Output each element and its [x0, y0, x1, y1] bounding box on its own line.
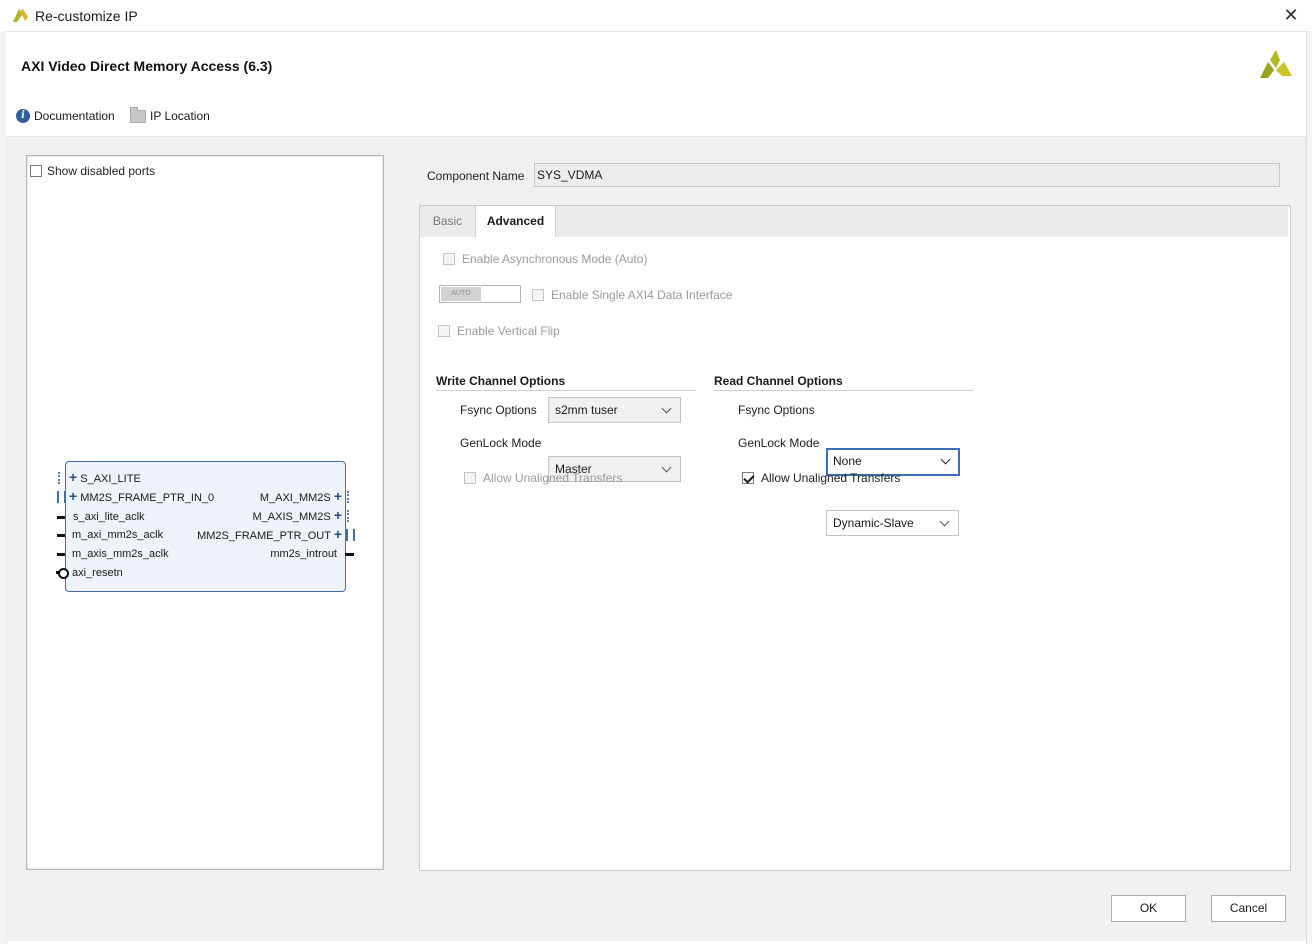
pin-line	[57, 516, 65, 519]
vivado-logo-icon	[13, 9, 28, 22]
read-channel-heading: Read Channel Options	[714, 374, 843, 388]
write-unaligned-label: Allow Unaligned Transfers	[483, 471, 623, 485]
read-genlock-label: GenLock Mode	[738, 436, 820, 450]
write-unaligned-checkbox[interactable]	[464, 472, 476, 484]
bus-pin-icon	[347, 491, 355, 503]
documentation-link[interactable]: i Documentation	[16, 109, 115, 123]
write-fsync-select[interactable]: s2mm tuser	[548, 397, 681, 423]
ip-location-label: IP Location	[150, 109, 210, 123]
close-button[interactable]: ✕	[1280, 5, 1302, 27]
auto-toggle-knob: AUTO	[441, 287, 481, 301]
expand-plus-icon[interactable]: +	[334, 488, 342, 504]
async-mode-checkbox[interactable]	[443, 253, 455, 265]
checkbox-box[interactable]	[30, 165, 42, 177]
pin-line	[57, 553, 65, 556]
read-fsync-label: Fsync Options	[738, 403, 815, 417]
vertical-flip-checkbox[interactable]	[438, 325, 450, 337]
pin-line	[345, 553, 354, 556]
write-unaligned-option[interactable]: Allow Unaligned Transfers	[464, 471, 622, 485]
port-m-axi-mm2s-aclk[interactable]: m_axi_mm2s_aclk	[72, 529, 163, 541]
chevron-down-icon	[939, 516, 950, 527]
tab-basic[interactable]: Basic	[420, 206, 475, 237]
title-bar	[0, 0, 1312, 32]
write-genlock-label: GenLock Mode	[460, 436, 542, 450]
single-axi4-option[interactable]: Enable Single AXI4 Data Interface	[532, 288, 732, 302]
single-axi4-label: Enable Single AXI4 Data Interface	[551, 288, 733, 302]
divider	[436, 390, 696, 391]
write-fsync-label: Fsync Options	[460, 403, 537, 417]
cancel-button[interactable]: Cancel	[1211, 895, 1286, 922]
vertical-flip-option[interactable]: Enable Vertical Flip	[438, 324, 560, 338]
pin-line	[57, 534, 65, 537]
reset-pin-icon	[58, 568, 69, 579]
info-icon: i	[16, 109, 30, 123]
port-s-axi-lite-aclk[interactable]: s_axi_lite_aclk	[73, 511, 145, 523]
documentation-label: Documentation	[34, 109, 115, 123]
bus-pin-icon	[58, 472, 66, 484]
read-unaligned-label: Allow Unaligned Transfers	[761, 471, 901, 485]
bus-pin-icon	[347, 510, 355, 522]
async-mode-option[interactable]: Enable Asynchronous Mode (Auto)	[443, 252, 647, 266]
port-axi-resetn[interactable]: axi_resetn	[72, 567, 123, 579]
xilinx-logo-icon	[1260, 50, 1292, 78]
port-s-axi-lite[interactable]: + S_AXI_LITE	[69, 469, 141, 485]
folder-icon	[130, 106, 146, 123]
port-mm2s-frame-ptr-in[interactable]: + MM2S_FRAME_PTR_IN_0	[69, 488, 214, 504]
port-m-axis-mm2s-aclk[interactable]: m_axis_mm2s_aclk	[72, 548, 169, 560]
vertical-flip-label: Enable Vertical Flip	[457, 324, 560, 338]
divider	[714, 390, 974, 391]
tab-panel	[419, 205, 1291, 871]
bus-pin-icon	[57, 491, 66, 503]
write-channel-heading: Write Channel Options	[436, 374, 566, 388]
window-title: Re-customize IP	[35, 8, 138, 24]
tab-advanced[interactable]: Advanced	[475, 206, 556, 237]
port-mm2s-introut[interactable]: mm2s_introut	[200, 548, 337, 560]
expand-plus-icon[interactable]: +	[334, 526, 342, 542]
port-m-axi-mm2s[interactable]: M_AXI_MM2S +	[200, 488, 342, 504]
chevron-down-icon	[661, 462, 672, 473]
expand-plus-icon[interactable]: +	[69, 488, 77, 504]
chevron-down-icon	[661, 403, 672, 414]
component-name-input[interactable]: SYS_VDMA	[534, 163, 1280, 187]
port-m-axis-mm2s[interactable]: M_AXIS_MM2S +	[200, 507, 343, 523]
read-unaligned-option[interactable]: Allow Unaligned Transfers	[742, 471, 900, 485]
expand-plus-icon[interactable]: +	[334, 507, 342, 523]
show-disabled-ports-checkbox[interactable]: Show disabled ports	[30, 164, 155, 178]
port-mm2s-frame-ptr-out[interactable]: MM2S_FRAME_PTR_OUT +	[180, 526, 342, 542]
chevron-down-icon	[940, 454, 951, 465]
async-mode-label: Enable Asynchronous Mode (Auto)	[462, 252, 648, 266]
read-genlock-select[interactable]: Dynamic-Slave	[826, 510, 959, 536]
show-disabled-ports-label: Show disabled ports	[47, 164, 156, 178]
read-unaligned-checkbox[interactable]	[742, 472, 754, 484]
ip-location-link[interactable]: IP Location	[130, 106, 210, 123]
component-name-label: Component Name	[427, 169, 525, 183]
bus-pin-icon	[346, 529, 355, 541]
close-icon: ✕	[1283, 5, 1299, 25]
single-axi4-checkbox[interactable]	[532, 289, 544, 301]
expand-plus-icon[interactable]: +	[69, 469, 77, 485]
window-edge-right	[1306, 31, 1312, 944]
ip-title: AXI Video Direct Memory Access (6.3)	[21, 58, 273, 74]
ok-button[interactable]: OK	[1111, 895, 1186, 922]
auto-toggle[interactable]: AUTO	[439, 285, 521, 303]
